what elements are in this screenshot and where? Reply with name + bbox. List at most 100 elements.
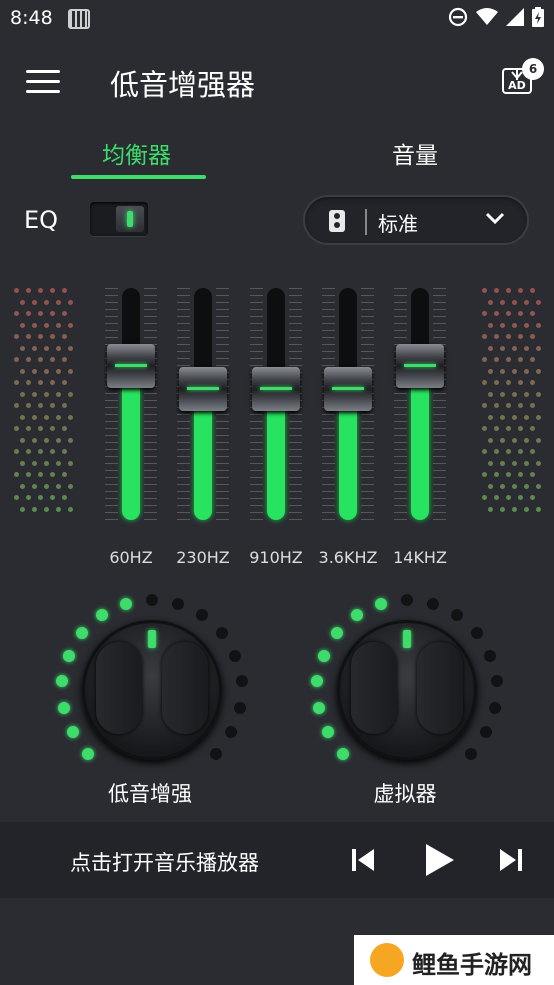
visualizer-dot xyxy=(68,345,73,351)
visualizer-dot xyxy=(506,426,511,431)
visualizer-dot xyxy=(494,334,499,339)
eq-toggle-switch[interactable] xyxy=(90,202,148,236)
visualizer-dot xyxy=(26,403,31,408)
visualizer-dot xyxy=(26,380,31,385)
music-player-bar[interactable]: 点击打开音乐播放器 xyxy=(0,822,554,898)
visualizer-dot xyxy=(38,288,43,293)
knob-level-dot xyxy=(312,701,325,714)
eq-slider-14khz[interactable] xyxy=(394,288,446,520)
visualizer-dot xyxy=(518,288,523,293)
toggle-led xyxy=(127,211,133,227)
visualizer-dot xyxy=(44,437,49,443)
eq-slider-60hz[interactable] xyxy=(105,288,157,520)
visualizer-dot xyxy=(44,299,49,305)
visualizer-dot xyxy=(32,414,37,420)
next-icon[interactable] xyxy=(498,847,524,873)
tab-bar: 均衡器 音量 xyxy=(0,126,554,182)
visualizer-dot xyxy=(14,449,19,454)
knob-virtualizer[interactable] xyxy=(305,590,505,770)
visualizer-dot xyxy=(512,368,517,374)
visualizer-dot xyxy=(494,288,499,293)
visualizer-dot xyxy=(524,414,529,420)
watermark-text: 鲤鱼手游网 xyxy=(412,951,532,979)
slider-thumb[interactable] xyxy=(107,344,155,388)
visualizer-dot xyxy=(32,460,37,466)
status-icons xyxy=(448,7,544,27)
visualizer-dot xyxy=(38,403,43,408)
visualizer-dot xyxy=(62,334,67,339)
visualizer-dot xyxy=(50,426,55,431)
menu-icon[interactable] xyxy=(26,70,60,94)
visualizer-dot xyxy=(32,299,37,305)
visualizer-dot xyxy=(506,449,511,454)
watermark: 鲤鱼手游网 xyxy=(354,935,554,985)
visualizer-dot xyxy=(494,495,499,500)
visualizer-dot xyxy=(518,495,523,500)
visualizer-dot xyxy=(56,437,61,443)
visualizer-dot xyxy=(50,357,55,362)
knob-level-dot xyxy=(321,726,334,739)
slider-thumb[interactable] xyxy=(324,367,372,411)
visualizer-dot xyxy=(482,403,487,408)
knob-level-dot xyxy=(401,594,413,606)
knob-dial[interactable] xyxy=(82,620,222,760)
slider-thumb[interactable] xyxy=(396,344,444,388)
visualizer-dot xyxy=(32,322,37,328)
visualizer-dot xyxy=(500,345,505,351)
visualizer-dot xyxy=(38,357,43,362)
eq-label: EQ xyxy=(24,206,59,234)
do-not-disturb-icon xyxy=(448,7,468,27)
previous-icon[interactable] xyxy=(350,847,376,873)
visualizer-dot xyxy=(530,311,535,316)
eq-slider-3.6khz[interactable] xyxy=(322,288,374,520)
visualizer-dot xyxy=(488,437,493,443)
knob-level-dot xyxy=(215,626,228,639)
eq-slider-910hz[interactable] xyxy=(250,288,302,520)
preset-dropdown[interactable]: 标准 xyxy=(303,195,529,245)
tab-equalizer[interactable]: 均衡器 xyxy=(102,136,171,170)
visualizer-dot xyxy=(32,506,37,512)
visualizer-dot xyxy=(14,426,19,431)
visualizer-dot xyxy=(506,311,511,316)
tab-volume[interactable]: 音量 xyxy=(392,136,438,170)
visualizer-dot xyxy=(44,483,49,489)
visualizer-dot xyxy=(32,483,37,489)
visualizer-dot xyxy=(14,334,19,339)
visualizer-dot xyxy=(38,311,43,316)
tab-indicator xyxy=(71,175,206,179)
visualizer-dot xyxy=(494,380,499,385)
visualizer-dot xyxy=(518,426,523,431)
open-player-text[interactable]: 点击打开音乐播放器 xyxy=(70,847,259,877)
slider-thumb[interactable] xyxy=(179,367,227,411)
knob-level-dot xyxy=(196,609,208,622)
visualizer-dot xyxy=(56,345,61,351)
visualizer-dot xyxy=(14,403,19,408)
visualizer-dot xyxy=(524,506,529,512)
slider-fill xyxy=(339,407,357,520)
slider-thumb[interactable] xyxy=(252,367,300,411)
knob-label: 虚拟器 xyxy=(373,782,437,806)
visualizer-dot xyxy=(518,403,523,408)
visualizer-dot xyxy=(506,495,511,500)
play-icon[interactable] xyxy=(424,842,456,878)
knob-level-dot xyxy=(331,626,344,639)
visualizer-dot xyxy=(50,288,55,293)
ad-count-badge: 6 xyxy=(522,58,544,80)
knob-bass-boost[interactable] xyxy=(50,590,250,770)
visualizer-dot xyxy=(50,449,55,454)
visualizer-dot xyxy=(32,345,37,351)
visualizer-dot xyxy=(482,357,487,362)
visualizer-dot xyxy=(62,288,67,293)
eq-slider-230hz[interactable] xyxy=(177,288,229,520)
visualizer-dot xyxy=(68,483,73,489)
visualizer-dot xyxy=(62,311,67,316)
visualizer-dot xyxy=(488,368,493,374)
visualizer-dot xyxy=(524,391,529,397)
visualizer-dot xyxy=(14,288,19,293)
visualizer-dot xyxy=(32,368,37,374)
visualizer-dot xyxy=(68,322,73,328)
visualizer-dot xyxy=(50,472,55,477)
knob-dial[interactable] xyxy=(337,620,477,760)
visualizer-dot xyxy=(500,460,505,466)
visualizer-dot xyxy=(50,403,55,408)
